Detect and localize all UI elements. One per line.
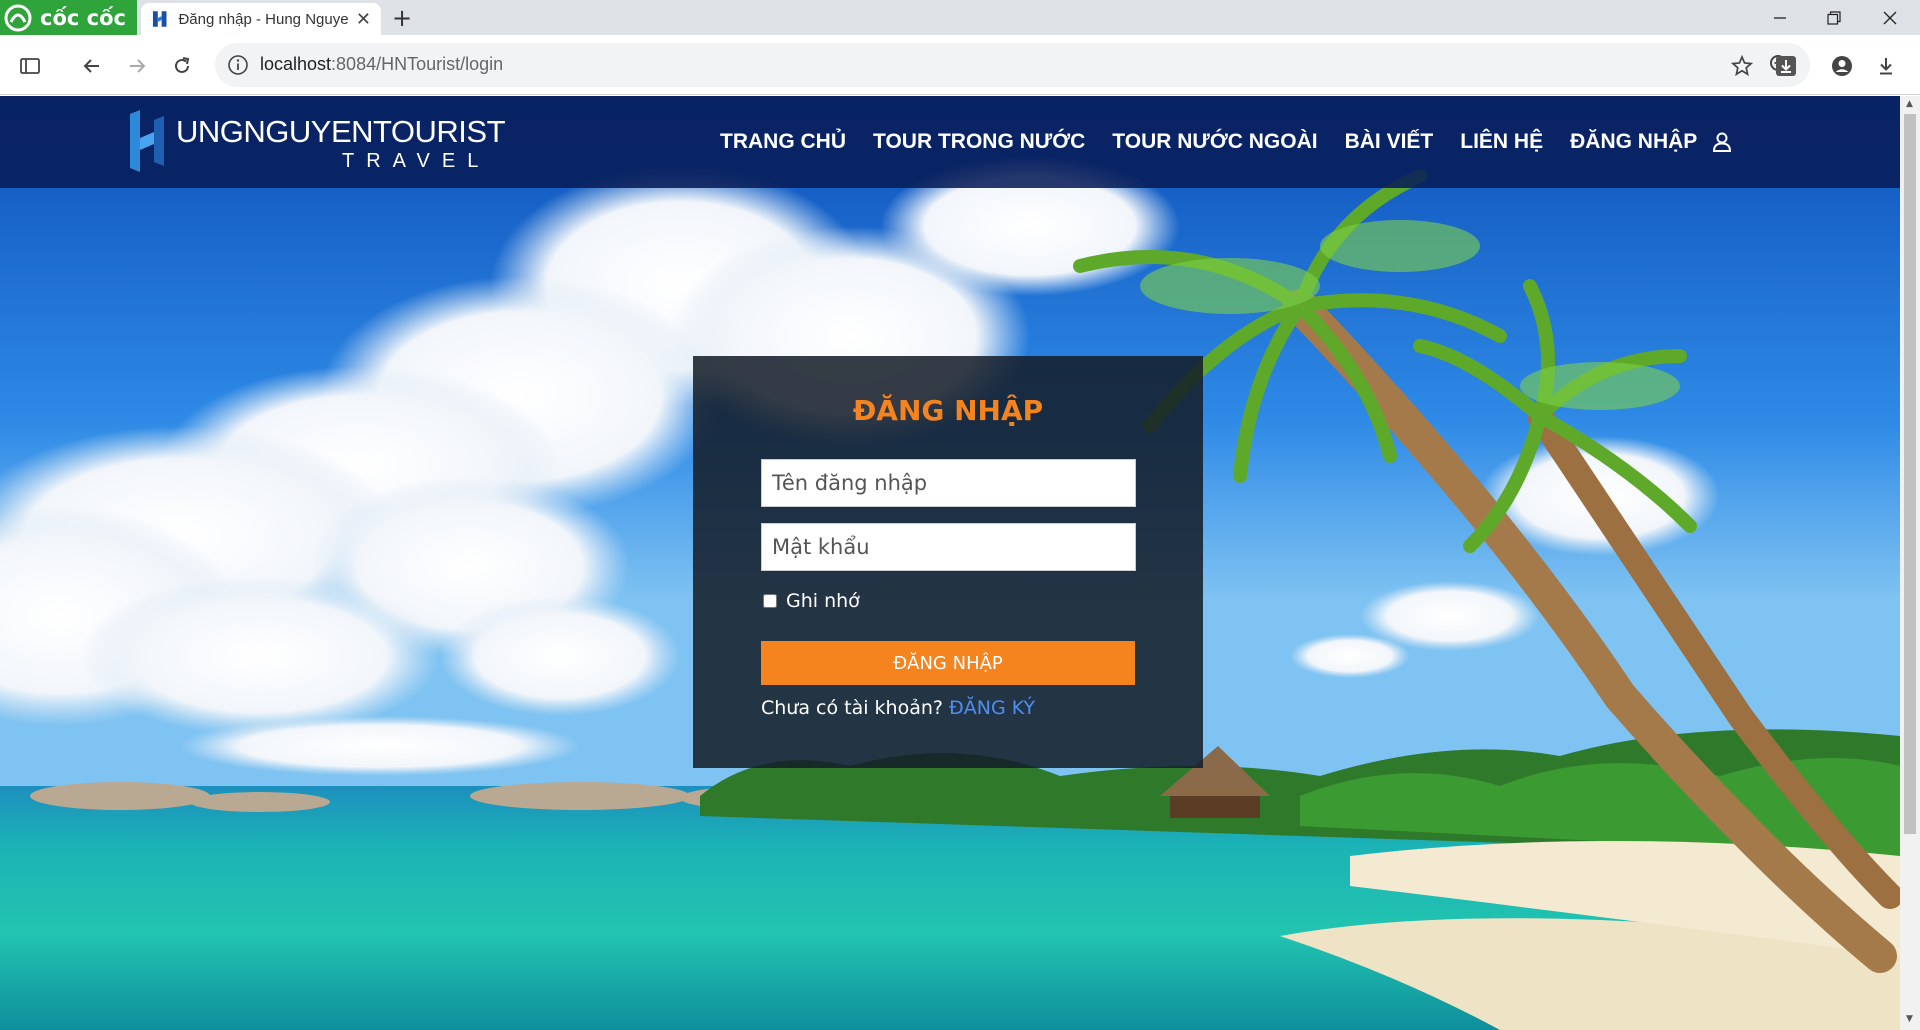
nav-articles[interactable]: BÀI VIẾT [1345, 130, 1434, 154]
sidebar-toggle-button[interactable] [14, 50, 46, 82]
scroll-up-icon[interactable]: ▲ [1906, 99, 1913, 109]
browser-tab-bar: cốc cốc Đăng nhập - Hung Nguye ✕ + [0, 0, 1920, 35]
login-card: ĐĂNG NHẬP Ghi nhớ ĐĂNG NHẬP Chưa có tài … [693, 356, 1203, 768]
nav-international-tours[interactable]: TOUR NƯỚC NGOÀI [1112, 130, 1317, 154]
download-box-icon [1776, 56, 1796, 76]
nav-home[interactable]: TRANG CHỦ [720, 130, 846, 154]
profile-button[interactable] [1826, 50, 1858, 82]
url-path: :8084/HNTourist/login [331, 54, 504, 74]
coccoc-logo-icon [4, 4, 32, 31]
minimize-button[interactable] [1752, 0, 1808, 35]
sidebar-icon [20, 58, 40, 74]
reload-button[interactable] [166, 50, 198, 82]
site-header: UNGNGUYENTOURIST TRAVEL TRANG CHỦ TOUR T… [0, 96, 1900, 188]
nav-domestic-tours[interactable]: TOUR TRONG NƯỚC [873, 130, 1085, 154]
login-button[interactable]: ĐĂNG NHẬP [761, 641, 1135, 685]
browser-toolbar: localhost:8084/HNTourist/login [0, 35, 1920, 95]
arrow-right-icon [130, 59, 146, 73]
page-scrollbar[interactable]: ▲ ▼ [1900, 96, 1920, 1030]
login-title: ĐĂNG NHẬP [852, 394, 1044, 427]
restore-button[interactable] [1806, 0, 1862, 35]
password-input[interactable] [761, 523, 1136, 571]
address-bar[interactable]: localhost:8084/HNTourist/login [215, 43, 1810, 87]
url-host: localhost [260, 54, 332, 74]
active-tab[interactable]: Đăng nhập - Hung Nguye ✕ [141, 3, 381, 35]
account-icon [1832, 56, 1852, 76]
site-favicon-icon [152, 11, 167, 27]
download-icon [1880, 58, 1892, 75]
close-window-button[interactable] [1862, 0, 1918, 35]
remember-checkbox[interactable] [763, 594, 777, 608]
arrow-left-icon [83, 59, 99, 73]
h-logo-icon [130, 110, 164, 172]
register-link[interactable]: ĐĂNG KÝ [949, 697, 1035, 719]
logo-text: UNGNGUYENTOURIST TRAVEL [176, 110, 506, 172]
forward-button[interactable] [121, 50, 153, 82]
site-logo[interactable]: UNGNGUYENTOURIST TRAVEL [128, 110, 506, 172]
browser-brand-label: cốc cốc [40, 5, 126, 30]
url-text[interactable]: localhost:8084/HNTourist/login [260, 54, 503, 75]
remember-label: Ghi nhớ [786, 590, 860, 612]
close-icon [1883, 11, 1897, 24]
user-icon[interactable] [1711, 131, 1733, 153]
minimize-icon [1774, 16, 1786, 19]
restore-icon [1827, 10, 1841, 25]
reload-icon [175, 57, 190, 73]
tab-close-icon[interactable]: ✕ [356, 9, 371, 30]
downloads-button[interactable] [1870, 50, 1902, 82]
star-icon [1731, 55, 1753, 76]
username-input[interactable] [761, 459, 1136, 507]
logo-line2: TRAVEL [342, 150, 491, 172]
savior-download-button[interactable] [1770, 50, 1802, 82]
browser-brand[interactable]: cốc cốc [0, 0, 137, 35]
logo-line1: UNGNGUYENTOURIST [176, 114, 506, 149]
bookmark-button[interactable] [1726, 50, 1758, 82]
main-nav: TRANG CHỦ TOUR TRONG NƯỚC TOUR NƯỚC NGOÀ… [720, 96, 1733, 188]
page-viewport: UNGNGUYENTOURIST TRAVEL TRANG CHỦ TOUR T… [0, 96, 1900, 1030]
no-account-text: Chưa có tài khoản? [761, 697, 943, 719]
new-tab-button[interactable]: + [392, 4, 412, 32]
nav-login[interactable]: ĐĂNG NHẬP [1570, 130, 1697, 154]
tab-title: Đăng nhập - Hung Nguye [178, 10, 348, 28]
nav-contact[interactable]: LIÊN HỆ [1460, 130, 1543, 154]
remember-me[interactable]: Ghi nhớ [763, 590, 860, 612]
back-button[interactable] [76, 50, 108, 82]
scroll-down-icon[interactable]: ▼ [1906, 1014, 1913, 1024]
info-icon[interactable] [227, 54, 249, 76]
register-line: Chưa có tài khoản? ĐĂNG KÝ [761, 697, 1035, 719]
scrollbar-thumb[interactable] [1904, 114, 1916, 834]
